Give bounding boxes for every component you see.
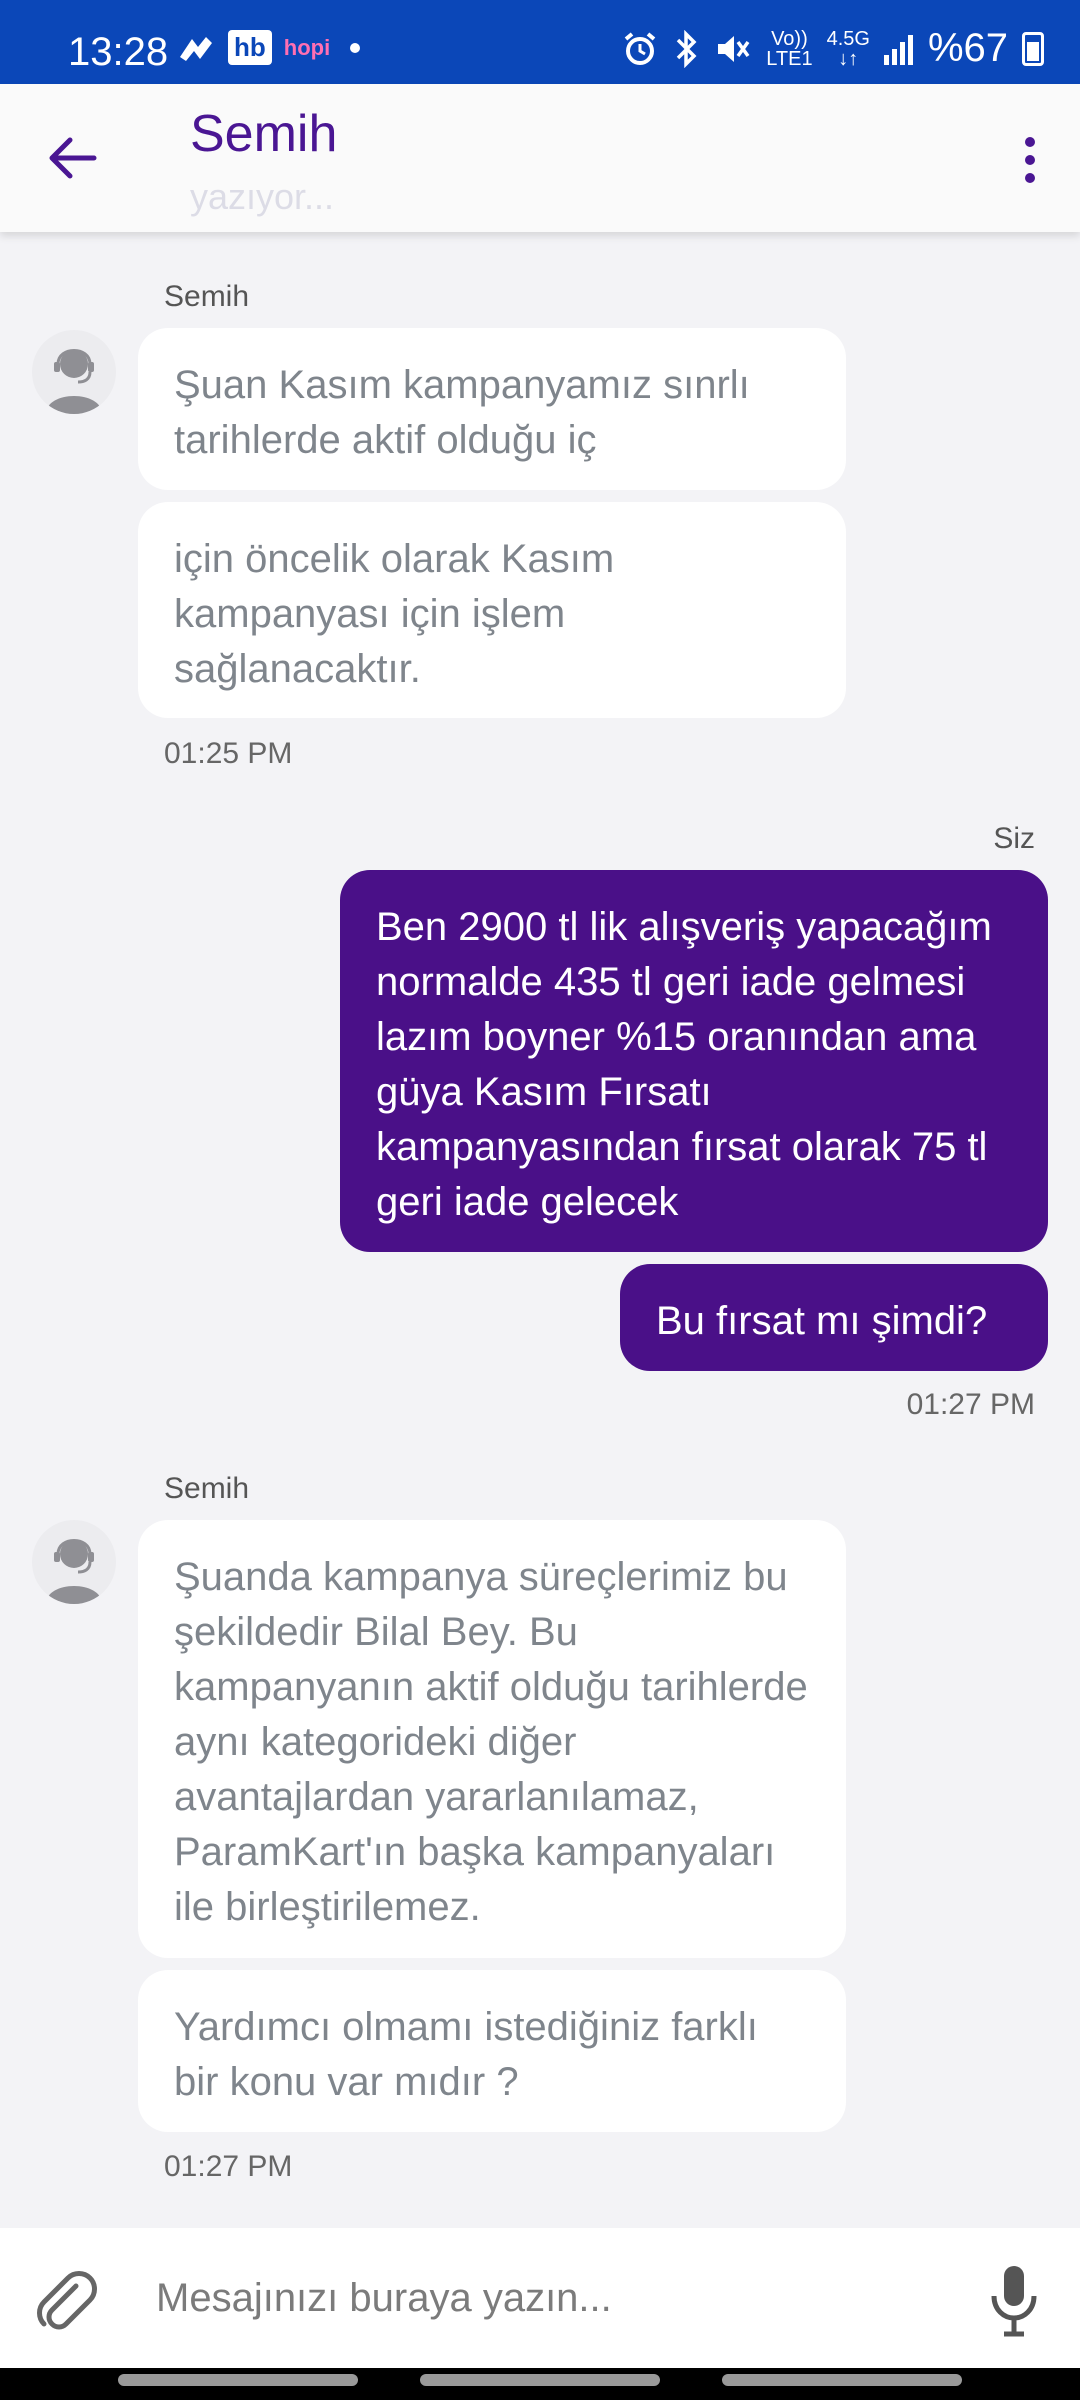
sender-name: Semih [164, 280, 250, 313]
outgoing-message-bubble: Ben 2900 tl lik alışveriş yapacağım norm… [340, 870, 1048, 1252]
incoming-message-bubble: Yardımcı olmamı istediğiniz farklı bir k… [138, 1970, 846, 2132]
incoming-message-bubble: Şuan Kasım kampanyamız sınrlı tarihlerde… [138, 328, 846, 490]
back-button[interactable] [40, 126, 104, 190]
chat-title: Semih [190, 105, 338, 163]
microphone-icon [991, 2266, 1037, 2337]
agent-avatar [32, 1520, 116, 1604]
support-agent-icon [46, 349, 102, 414]
network-type-icon: 4.5G ↓↑ [826, 27, 870, 70]
signal-icon [883, 34, 913, 65]
battery-percent: %67 [927, 26, 1008, 70]
recent-apps-button[interactable] [118, 2374, 358, 2386]
support-agent-icon [46, 1539, 102, 1604]
notification-dot-icon [350, 42, 361, 53]
sender-name: Siz [993, 822, 1035, 855]
alarm-icon [624, 31, 656, 65]
arrow-left-icon [49, 137, 97, 179]
dot-icon [1025, 173, 1035, 183]
payment-app-icon [180, 36, 212, 61]
status-bar: 13:28 hb hopi Vo)) LTE1 4.5G ↓↑ %67 [0, 0, 1080, 84]
message-timestamp: 01:27 PM [906, 1388, 1035, 1421]
volte-icon: Vo)) LTE1 [766, 27, 813, 70]
dot-icon [1025, 137, 1035, 147]
status-left-icons: hb hopi [176, 30, 361, 65]
dot-icon [1025, 155, 1035, 165]
system-back-button[interactable] [722, 2374, 962, 2386]
sender-name: Semih [164, 1472, 250, 1505]
chat-header: Semih yazıyor... [0, 84, 1080, 232]
message-composer [0, 2228, 1080, 2368]
battery-icon [1022, 31, 1044, 66]
bluetooth-icon [677, 29, 697, 68]
paperclip-icon [37, 2271, 97, 2330]
message-timestamp: 01:27 PM [164, 2150, 293, 2183]
status-time: 13:28 [68, 30, 169, 74]
hb-icon: hb [228, 30, 272, 65]
hopi-icon: hopi [283, 34, 331, 60]
status-right-icons: Vo)) LTE1 4.5G ↓↑ %67 [622, 26, 1044, 71]
system-nav-bar [0, 2368, 1080, 2400]
voice-input-button[interactable] [984, 2260, 1044, 2340]
incoming-message-bubble: Şuanda kampanya süreçlerimiz bu şekilded… [138, 1520, 846, 1958]
more-options-button[interactable] [1010, 128, 1050, 192]
attach-button[interactable] [30, 2266, 100, 2336]
incoming-message-bubble: için öncelik olarak Kasım kampanyası içi… [138, 502, 846, 718]
message-input[interactable] [156, 2268, 956, 2328]
outgoing-message-bubble: Bu fırsat mı şimdi? [620, 1264, 1048, 1371]
typing-indicator: yazıyor... [190, 176, 335, 217]
mute-icon [718, 35, 750, 62]
home-button[interactable] [420, 2374, 660, 2386]
agent-avatar [32, 330, 116, 414]
message-timestamp: 01:25 PM [164, 737, 293, 770]
